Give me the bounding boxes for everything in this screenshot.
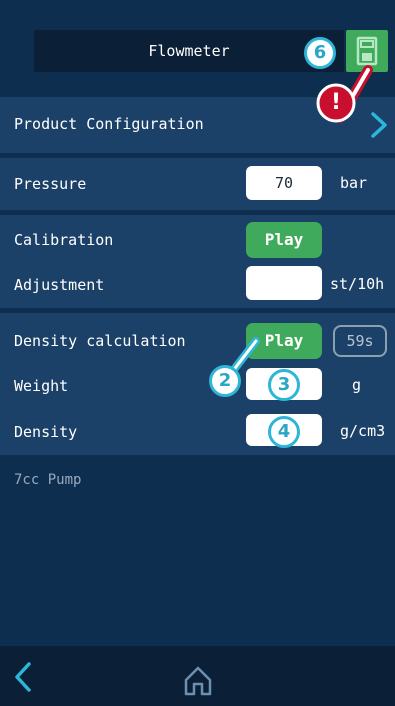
density-timer-badge: 59s	[333, 325, 387, 357]
calibration-play-button[interactable]: Play	[246, 222, 322, 258]
chevron-left-icon[interactable]	[10, 660, 36, 694]
calibration-label: Calibration	[14, 231, 114, 249]
warning-callout-mark: !	[330, 90, 342, 115]
density-calculation-label: Density calculation	[14, 332, 186, 350]
callout-badge-3: 3	[268, 369, 300, 401]
density-unit: g/cm3	[340, 422, 386, 440]
pressure-unit: bar	[340, 174, 368, 192]
pump-section-label: 7cc Pump	[14, 472, 82, 488]
adjustment-input[interactable]	[246, 266, 322, 300]
adjustment-label: Adjustment	[14, 276, 105, 294]
pressure-label: Pressure	[14, 175, 87, 193]
product-configuration-label: Product Configuration	[14, 115, 204, 133]
page-title: Flowmeter	[148, 42, 230, 60]
home-icon[interactable]	[182, 664, 214, 698]
weight-label: Weight	[14, 377, 69, 395]
pressure-input[interactable]: 70	[246, 166, 322, 200]
callout-badge-4: 4	[268, 416, 300, 448]
adjustment-unit: st/10h	[330, 275, 385, 293]
weight-unit: g	[352, 376, 362, 394]
callout-badge-2: 2	[209, 365, 241, 397]
density-label: Density	[14, 423, 78, 441]
